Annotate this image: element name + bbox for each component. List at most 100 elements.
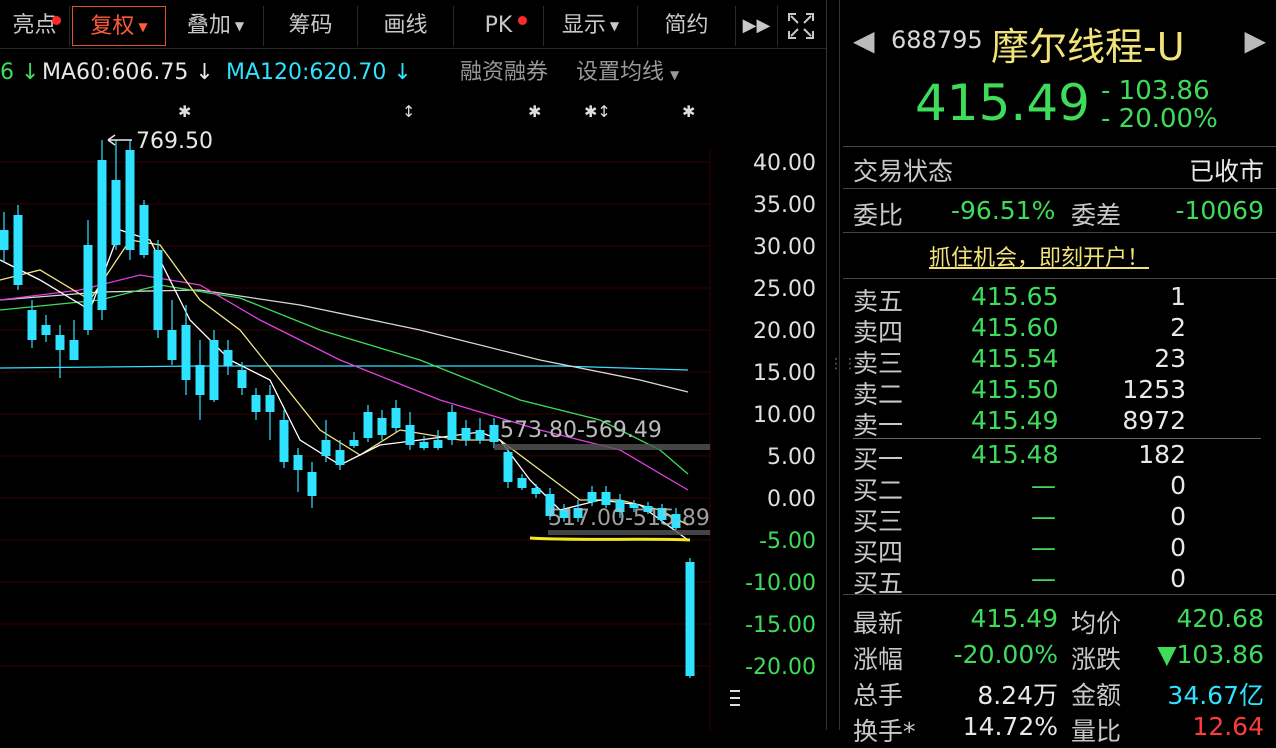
candle[interactable]: [13, 205, 23, 290]
candle[interactable]: [223, 340, 233, 375]
margin-trading-link[interactable]: 融资融券: [460, 56, 548, 90]
stock-header: ◀ 688795 摩尔线程-U ▶: [843, 12, 1276, 69]
candle[interactable]: [111, 140, 121, 250]
ask-volume: 2: [1170, 313, 1186, 342]
candle[interactable]: [601, 486, 611, 508]
fast-forward-icon[interactable]: ▶▶: [736, 6, 778, 46]
y-tick-label: 10.00: [753, 403, 816, 428]
candle[interactable]: [153, 240, 163, 338]
section-divider: [843, 232, 1276, 233]
section-divider: [843, 278, 1276, 279]
candle[interactable]: [0, 212, 9, 262]
ma-prefix: 6 ↓: [0, 60, 40, 85]
ask-price: 415.49: [971, 406, 1059, 435]
candle[interactable]: [139, 200, 149, 258]
candle[interactable]: [391, 400, 401, 432]
candle[interactable]: [69, 320, 79, 360]
candle[interactable]: [685, 558, 695, 678]
panel-splitter[interactable]: ⋮⋮: [826, 0, 857, 730]
candle[interactable]: [209, 330, 219, 402]
candle[interactable]: [461, 420, 471, 446]
candle[interactable]: [307, 462, 317, 508]
candle[interactable]: [349, 432, 359, 448]
adjust-rights-dropdown[interactable]: 复权 ▼: [72, 6, 166, 46]
fullscreen-glyph-icon: [788, 13, 814, 39]
order-ratio-label: 委比: [853, 201, 904, 230]
stat-value: 415.49: [970, 604, 1058, 633]
stat-label: 涨幅: [853, 645, 904, 674]
ma-settings-dropdown[interactable]: 设置均线 ▼: [576, 56, 679, 92]
y-tick-label: 0.00: [767, 487, 816, 512]
candle[interactable]: [55, 325, 65, 378]
event-marker-icon[interactable]: ✱: [178, 102, 191, 121]
candle[interactable]: [447, 405, 457, 445]
prev-stock-icon[interactable]: ◀: [853, 24, 875, 57]
simple-button[interactable]: 简约: [638, 6, 736, 46]
highlights-button[interactable]: 亮点: [0, 6, 70, 46]
y-tick-label: 20.00: [753, 319, 816, 344]
ask-price: 415.60: [971, 313, 1059, 342]
candle[interactable]: [489, 418, 499, 448]
overlay-dropdown[interactable]: 叠加 ▼: [168, 6, 264, 46]
section-divider: [843, 146, 1276, 147]
ma60-value: MA60:606.75 ↓: [42, 60, 214, 85]
event-marker-icon[interactable]: ✱: [682, 102, 695, 121]
draw-line-button[interactable]: 画线: [358, 6, 454, 46]
ma120-value: MA120:620.70 ↓: [226, 60, 412, 85]
candle[interactable]: [503, 445, 513, 488]
candle[interactable]: [321, 420, 331, 462]
y-tick-label: 35.00: [753, 193, 816, 218]
pk-button[interactable]: PK: [454, 6, 544, 46]
y-tick-label: -5.00: [759, 529, 816, 554]
tick-artifact: [730, 690, 740, 692]
candle[interactable]: [433, 430, 443, 450]
bid-volume: 0: [1170, 533, 1186, 562]
stat-label: 金额: [1071, 681, 1122, 710]
candle[interactable]: [83, 220, 93, 335]
event-marker-icon[interactable]: ↕: [402, 102, 415, 121]
chips-button[interactable]: 筹码: [264, 6, 358, 46]
candle[interactable]: [419, 436, 429, 450]
candle[interactable]: [195, 340, 205, 420]
drawn-support-line[interactable]: [529, 536, 691, 542]
candle[interactable]: [251, 388, 261, 420]
event-marker-icon[interactable]: ✱↕: [584, 102, 611, 121]
candle[interactable]: [293, 448, 303, 492]
pk-label: PK: [484, 13, 513, 38]
event-marker-icon[interactable]: ✱: [528, 102, 541, 121]
stat-label: 总手: [853, 681, 904, 710]
bid-volume: 0: [1170, 471, 1186, 500]
candle[interactable]: [405, 412, 415, 450]
candle[interactable]: [279, 410, 289, 468]
trade-status-value: 已收市: [1188, 157, 1264, 186]
order-diff-value: -10069: [1175, 196, 1264, 225]
candle[interactable]: [97, 140, 107, 320]
bid-volume: 0: [1170, 502, 1186, 531]
next-stock-icon[interactable]: ▶: [1244, 24, 1266, 57]
price-range-box-1[interactable]: 573.80-569.49: [494, 418, 710, 450]
y-tick-label: 30.00: [753, 235, 816, 260]
ask-volume: 23: [1154, 344, 1186, 373]
candle[interactable]: [265, 385, 275, 440]
candle[interactable]: [167, 300, 177, 365]
high-price-label: 769.50: [136, 129, 213, 154]
candle[interactable]: [531, 484, 541, 498]
price-range-label-1: 573.80-569.49: [500, 418, 662, 443]
kline-chart[interactable]: ✱ ↕ ✱ ✱↕ ✱ 40.00 35.00 30.00 25.00 20.00 15.0…: [0, 96, 826, 730]
price-range-box-2[interactable]: 517.00-515.89: [548, 506, 710, 535]
stock-code: 688795: [891, 26, 983, 54]
bid-price: —: [1031, 471, 1056, 500]
book-divider: [853, 438, 1261, 439]
caret-down-icon: ▼: [609, 19, 620, 33]
stat-label: 最新: [853, 609, 904, 638]
candle[interactable]: [41, 315, 51, 342]
display-dropdown[interactable]: 显示 ▼: [544, 6, 638, 46]
ma-settings-label: 设置均线: [576, 60, 665, 85]
candle[interactable]: [517, 474, 527, 490]
stock-name: 摩尔线程-U: [991, 25, 1185, 69]
candle[interactable]: [363, 405, 373, 442]
order-diff-label: 委差: [1071, 201, 1122, 230]
fullscreen-icon[interactable]: [778, 6, 824, 46]
candle[interactable]: [125, 140, 135, 260]
open-account-banner[interactable]: 抓住机会，即刻开户！: [929, 240, 1149, 272]
